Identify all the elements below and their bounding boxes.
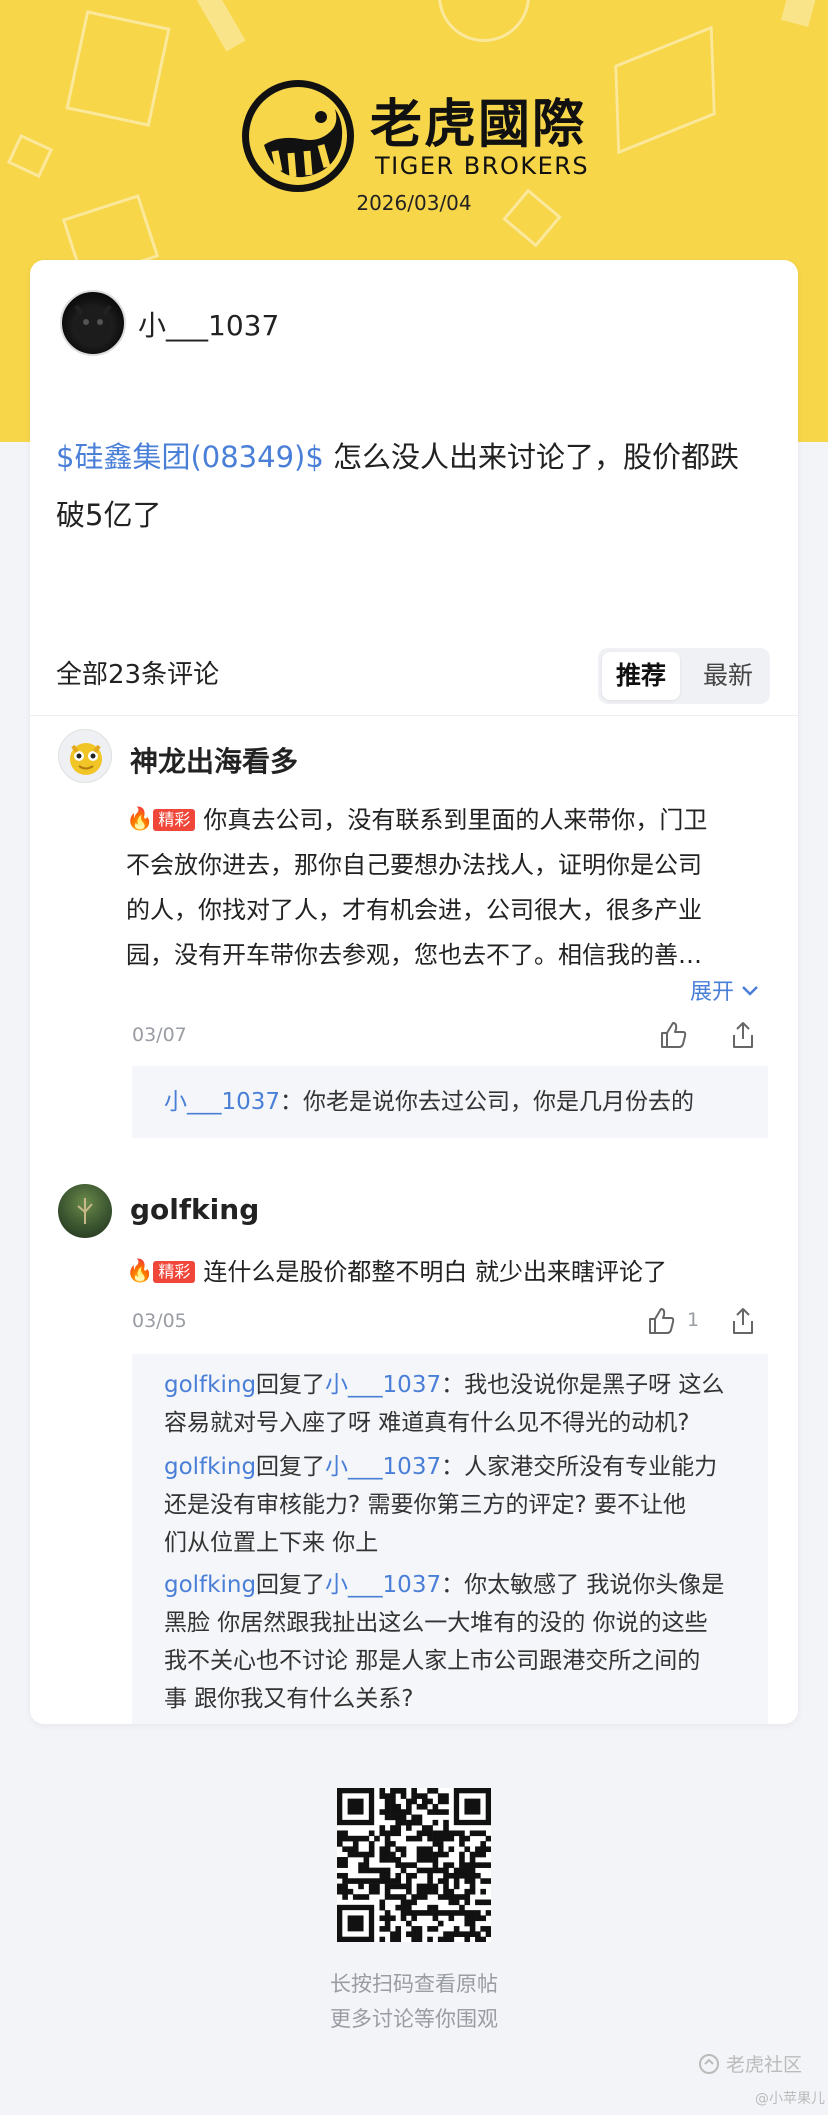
comment-author[interactable]: 神龙出海看多	[130, 740, 298, 780]
comment-text-line: 园，没有开车带你去参观，您也去不了。相信我的善…	[126, 941, 702, 969]
comment-date: 03/07	[132, 1024, 187, 1046]
fire-icon: 🔥	[126, 1259, 154, 1284]
reply-text: 还是没有审核能力? 需要你第三方的评定? 要不让他	[164, 1492, 687, 1518]
comment-date: 03/05	[132, 1310, 187, 1332]
qr-code[interactable]	[337, 1788, 492, 1943]
highlight-tag: 精彩	[153, 809, 196, 831]
comment-avatar[interactable]	[58, 1184, 112, 1238]
reply-verb: 回复了	[256, 1454, 326, 1480]
watermark: 老虎社区	[698, 2050, 802, 2077]
qr-caption-secondary: 更多讨论等你围观	[330, 2007, 498, 2031]
reply-text: 容易就对号入座了呀 难道真有什么见不得光的动机?	[164, 1410, 690, 1436]
decorative-shape	[65, 10, 171, 127]
decorative-shape	[781, 0, 817, 28]
post-date: 2026/03/04	[356, 191, 472, 215]
reply-author[interactable]: 小___1037	[164, 1089, 280, 1115]
thumbs-up-icon[interactable]	[658, 1020, 688, 1050]
reply-box: golfking回复了小___1037：我也没说你是黑子呀 这么 容易就对号入座…	[132, 1354, 768, 1724]
reply-target[interactable]: 小___1037	[325, 1454, 441, 1480]
reply-target[interactable]: 小___1037	[325, 1372, 441, 1398]
reply-verb: 回复了	[256, 1572, 326, 1598]
reply-target[interactable]: 小___1037	[325, 1572, 441, 1598]
comment-text: 🔥 精彩 你真去公司，没有联系到里面的人来带你，门卫 不会放你进去，那你自己要想办法…	[126, 796, 786, 978]
tab-recommended[interactable]: 推荐	[602, 652, 680, 700]
brand-name-cn: 老虎國際	[370, 95, 587, 155]
post-author[interactable]: 小___1037	[138, 304, 279, 344]
like-count: 1	[687, 1309, 700, 1331]
reply-line[interactable]: 小___1037：你老是说你去过公司，你是几月份去的	[164, 1083, 694, 1121]
watermark-text: 老虎社区	[726, 2054, 803, 2076]
decorative-shape	[614, 25, 716, 155]
divider	[30, 715, 798, 716]
highlight-badge: 🔥 精彩	[126, 796, 196, 842]
reply-author[interactable]: golfking	[164, 1572, 256, 1598]
comment-text-line: 不会放你进去，那你自己要想办法找人，证明你是公司	[126, 851, 702, 879]
reply-text: 事 跟你我又有什么关系?	[164, 1686, 414, 1712]
qr-caption-primary: 长按扫码查看原帖	[330, 1972, 498, 1996]
stock-tag-link[interactable]: $硅鑫集团(08349)$	[56, 440, 324, 474]
reply-line[interactable]: golfking回复了小___1037：我也没说你是黑子呀 这么 容易就对号入座…	[164, 1366, 724, 1442]
expand-label: 展开	[690, 980, 735, 1005]
highlight-badge: 🔥 精彩	[126, 1248, 196, 1294]
sort-tabs: 推荐 最新	[598, 648, 770, 704]
reply-text: ：人家港交所没有专业能力	[441, 1454, 718, 1480]
post-card: 小___1037 $硅鑫集团(08349)$ 怎么没人出来讨论了，股价都跌破5亿…	[30, 260, 798, 1724]
reply-text: 黑脸 你居然跟我扯出这么一大堆有的没的 你说的这些	[164, 1610, 708, 1636]
reply-text: ：你太敏感了 我说你头像是	[441, 1572, 725, 1598]
chevron-down-icon	[742, 986, 758, 996]
reply-box: 小___1037：你老是说你去过公司，你是几月份去的	[132, 1066, 768, 1138]
comment-text: 🔥 精彩 连什么是股价都整不明白 就少出来瞎评论了	[126, 1248, 786, 1295]
decorative-shape	[196, 0, 246, 52]
reply-line[interactable]: golfking回复了小___1037：你太敏感了 我说你头像是 黑脸 你居然跟…	[164, 1566, 724, 1718]
comment-text-line: 🔥 精彩 你真去公司，没有联系到里面的人来带你，门卫	[126, 796, 786, 843]
share-icon[interactable]	[728, 1020, 758, 1050]
community-logo-icon	[699, 2054, 719, 2074]
reply-text: ：你老是说你去过公司，你是几月份去的	[280, 1089, 695, 1115]
tab-latest[interactable]: 最新	[688, 652, 768, 700]
comments-count-label: 全部23条评论	[56, 660, 220, 690]
brand-logo: 老虎國際 TIGER BROKERS	[242, 78, 592, 198]
reply-verb: 回复了	[256, 1372, 326, 1398]
comment-text-line: 的人，你找对了人，才有机会进，公司很大，很多产业	[126, 896, 702, 924]
expand-button[interactable]: 展开	[690, 974, 759, 1006]
thumbs-up-icon[interactable]	[646, 1306, 676, 1336]
comment-text-line-content: 你真去公司，没有联系到里面的人来带你，门卫	[203, 806, 708, 834]
reply-line[interactable]: golfking回复了小___1037：人家港交所没有专业能力 还是没有审核能力…	[164, 1448, 717, 1562]
reply-author[interactable]: golfking	[164, 1372, 256, 1398]
share-icon[interactable]	[728, 1306, 758, 1336]
decorative-shape	[438, 0, 530, 42]
avatar[interactable]	[60, 290, 126, 356]
reply-text: 我不关心也不讨论 那是人家上市公司跟港交所之间的	[164, 1648, 701, 1674]
tiger-logo-icon	[242, 80, 354, 192]
watermark-author: @小苹果儿	[755, 2091, 825, 2107]
comment-author[interactable]: golfking	[130, 1193, 259, 1226]
post-content: $硅鑫集团(08349)$ 怎么没人出来讨论了，股价都跌破5亿了	[56, 428, 766, 544]
decorative-shape	[6, 133, 54, 179]
reply-text: 们从位置上下来 你上	[164, 1530, 379, 1556]
brand-name-en: TIGER BROKERS	[375, 152, 590, 180]
reply-text: ：我也没说你是黑子呀 这么	[441, 1372, 725, 1398]
fire-icon: 🔥	[126, 807, 154, 832]
comment-avatar[interactable]	[58, 729, 112, 783]
highlight-tag: 精彩	[153, 1261, 196, 1283]
reply-author[interactable]: golfking	[164, 1454, 256, 1480]
comment-text-content: 连什么是股价都整不明白 就少出来瞎评论了	[203, 1258, 668, 1286]
